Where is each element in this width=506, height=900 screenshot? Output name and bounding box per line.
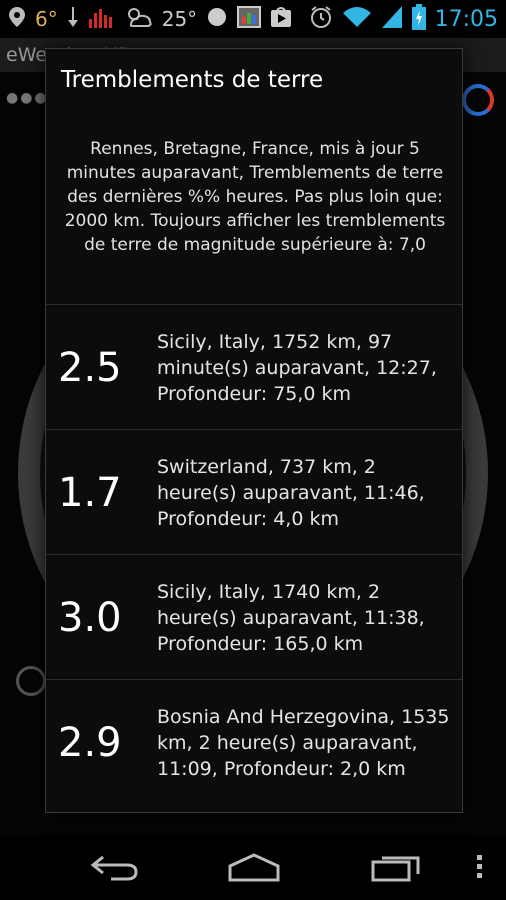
recent-apps-button[interactable] — [366, 849, 426, 885]
list-item[interactable]: 1.7 Switzerland, 737 km, 2 heure(s) aupa… — [46, 429, 462, 554]
status-bar: 6° 25° 17:05 — [0, 0, 506, 38]
wifi-icon — [342, 5, 372, 33]
back-icon — [90, 855, 138, 881]
earthquake-details: Switzerland, 737 km, 2 heure(s) auparava… — [157, 455, 425, 530]
home-icon — [228, 853, 280, 882]
earthquake-magnitude: 3.0 — [58, 594, 122, 641]
earthquake-details: Bosnia And Herzegovina, 1535 km, 2 heure… — [157, 705, 450, 780]
back-button[interactable] — [84, 849, 144, 885]
earthquake-magnitude: 2.9 — [58, 719, 122, 766]
refresh-ring-icon[interactable] — [462, 84, 494, 116]
download-arrow-icon — [67, 5, 79, 33]
dialog-description: Rennes, Bretagne, France, mis à jour 5 m… — [64, 139, 446, 255]
play-store-icon — [270, 6, 292, 32]
page-indicator: ●●● — [6, 90, 49, 106]
list-item[interactable]: 2.5 Sicily, Italy, 1752 km, 97 minute(s)… — [46, 304, 462, 429]
cell-signal-icon — [381, 5, 403, 33]
earthquake-details: Sicily, Italy, 1752 km, 97 minute(s) aup… — [157, 330, 437, 405]
battery-charging-icon — [411, 4, 426, 34]
list-item[interactable]: 3.0 Sicily, Italy, 1740 km, 2 heure(s) a… — [46, 554, 462, 679]
earthquake-magnitude: 2.5 — [58, 344, 122, 391]
list-item[interactable]: 2.9 Bosnia And Herzegovina, 1535 km, 2 h… — [46, 679, 462, 804]
status-time: 17:05 — [434, 6, 498, 32]
overflow-menu-icon — [477, 855, 482, 878]
alarm-icon[interactable] — [16, 666, 46, 696]
earthquakes-dialog: Tremblements de terre Rennes, Bretagne, … — [45, 48, 463, 813]
recent-apps-icon — [371, 856, 420, 882]
navigation-bar — [0, 835, 506, 900]
earthquake-details: Sicily, Italy, 1740 km, 2 heure(s) aupar… — [157, 580, 425, 655]
home-button[interactable] — [224, 849, 284, 885]
circle-icon — [206, 6, 228, 32]
status-temperature-small: 6° — [35, 7, 58, 31]
signal-bars-red-icon — [88, 5, 114, 33]
overflow-menu-button[interactable] — [470, 849, 490, 885]
partly-cloudy-icon — [123, 5, 153, 33]
alarm-clock-icon — [309, 5, 333, 33]
earthquake-magnitude: 1.7 — [58, 469, 122, 516]
location-pin-icon — [8, 6, 26, 32]
image-icon — [237, 6, 262, 32]
dialog-title: Tremblements de terre — [61, 67, 324, 93]
status-temperature-large: 25° — [161, 7, 198, 31]
earthquake-list: 2.5 Sicily, Italy, 1752 km, 97 minute(s)… — [46, 304, 462, 804]
